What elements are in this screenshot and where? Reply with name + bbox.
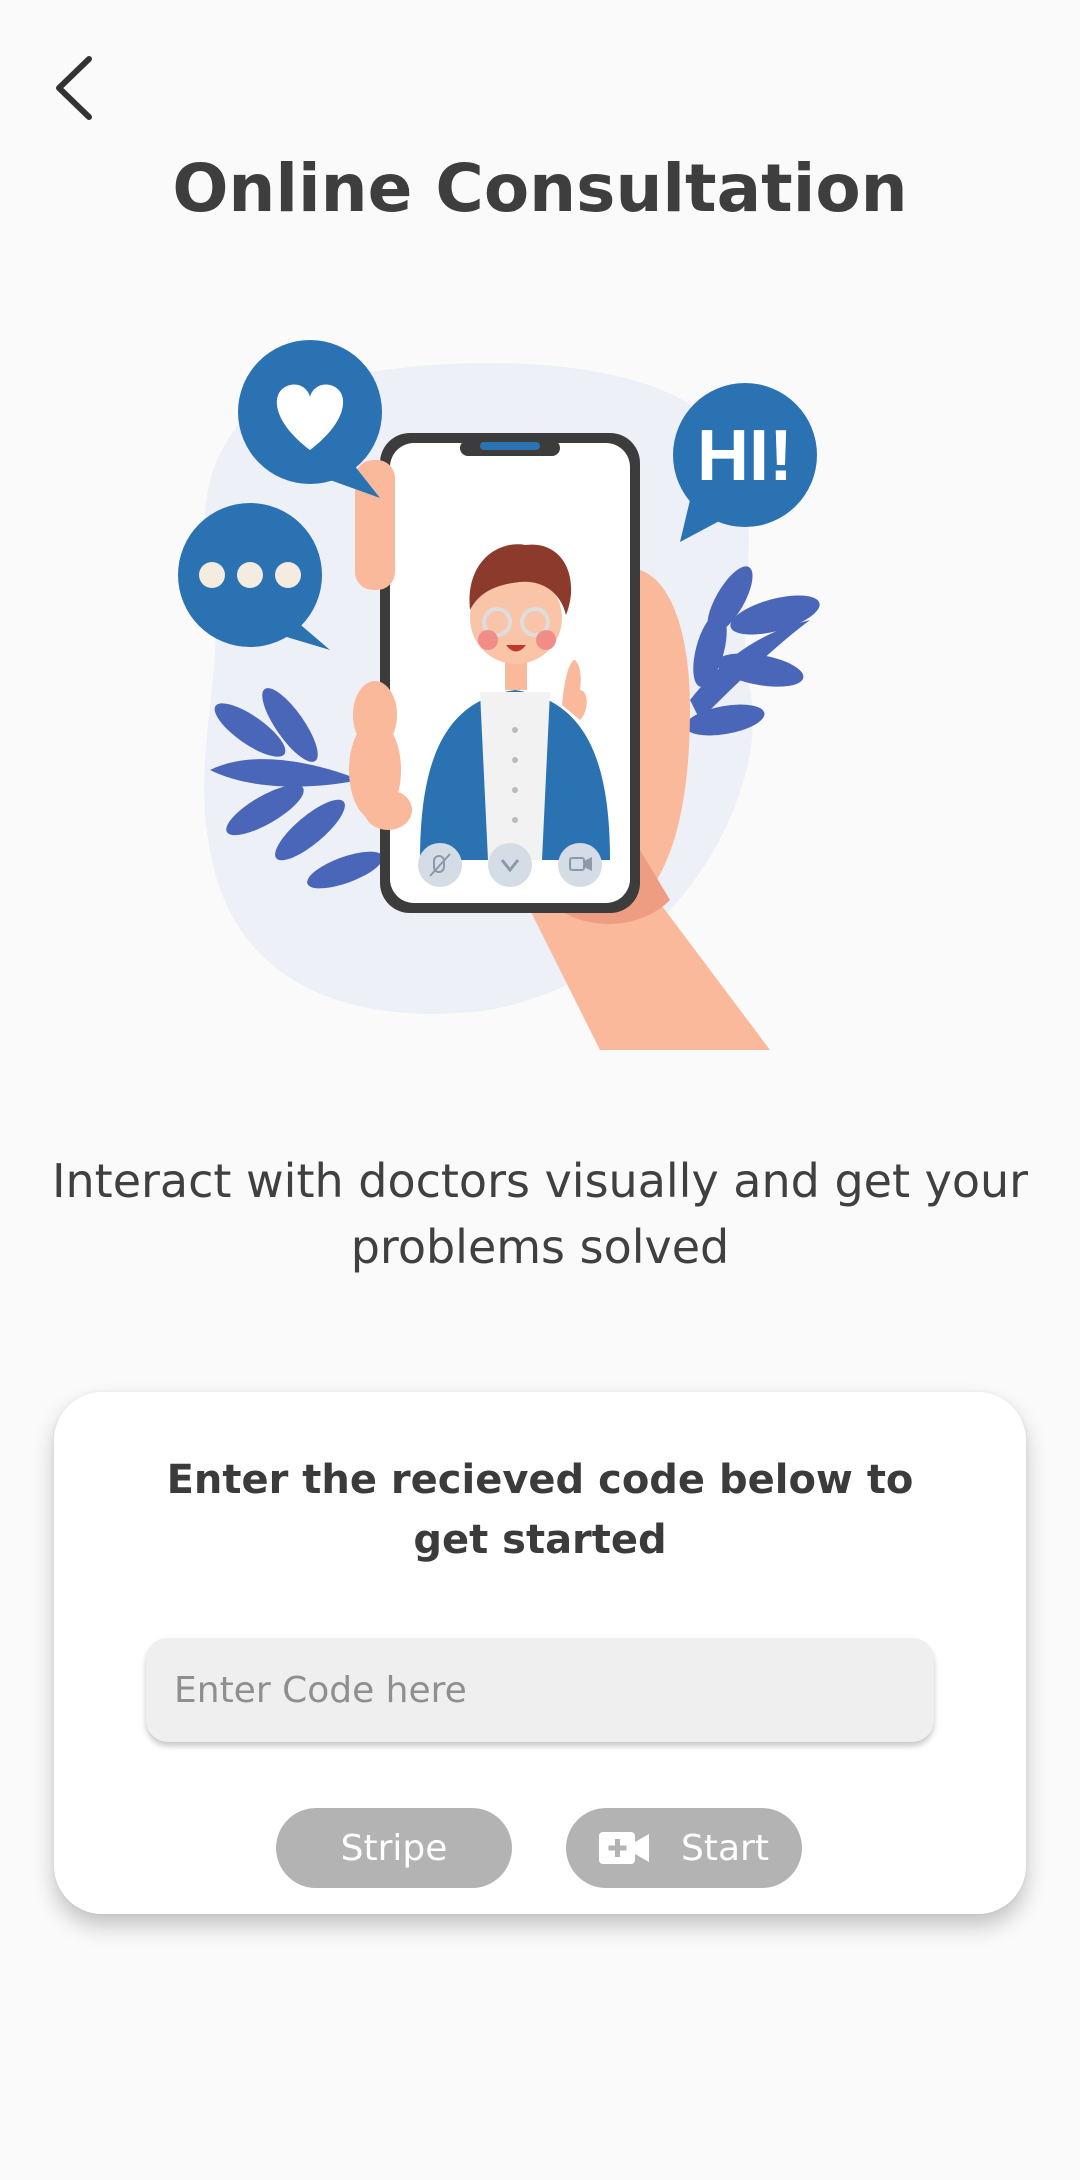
ellipsis-icon [199, 562, 225, 588]
video-icon [558, 843, 602, 887]
card-heading: Enter the recieved code below to get sta… [166, 1457, 914, 1563]
back-button[interactable] [38, 48, 108, 128]
code-card: Enter the recieved code below to get sta… [54, 1392, 1026, 1914]
page-title: Online Consultation [172, 150, 908, 227]
video-add-icon [599, 1830, 651, 1866]
call-controls [418, 843, 602, 887]
chevron-left-icon [56, 56, 92, 120]
stripe-button-label: Stripe [340, 1827, 448, 1869]
start-button-label: Start [681, 1827, 769, 1869]
stripe-button[interactable]: Stripe [276, 1808, 512, 1888]
doctor-video-call-illustration: HI! [178, 340, 820, 1050]
start-button[interactable]: Start [566, 1808, 802, 1888]
hi-bubble: HI! [673, 383, 817, 542]
code-input[interactable] [146, 1638, 934, 1742]
subtitle: Interact with doctors visually and get y… [51, 1154, 1029, 1274]
hi-text: HI! [697, 416, 793, 496]
phone-icon [488, 843, 532, 887]
